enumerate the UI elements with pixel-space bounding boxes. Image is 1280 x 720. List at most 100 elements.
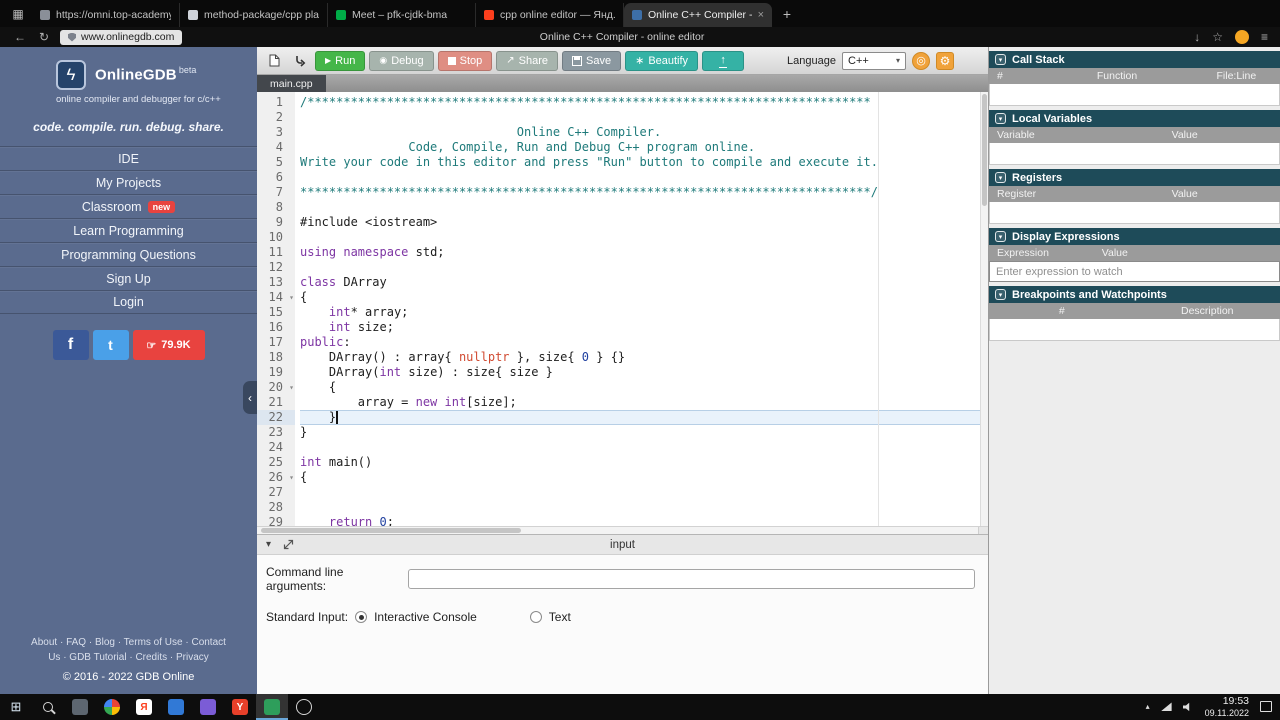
language-select[interactable]: C++ ▾ bbox=[842, 51, 906, 70]
gutter-line[interactable]: 2 bbox=[257, 110, 295, 125]
browser-tab[interactable]: cpp online editor — Янд... bbox=[476, 3, 624, 27]
browser-tab[interactable]: Online C++ Compiler - o... × bbox=[624, 3, 772, 27]
sidebar-item-ide[interactable]: IDE bbox=[0, 146, 257, 170]
taskbar-app-browser[interactable] bbox=[96, 694, 128, 720]
like-count-button[interactable]: ☞ 79.9K bbox=[132, 330, 205, 360]
gutter-line[interactable]: 16 bbox=[257, 320, 295, 335]
vertical-scroll-thumb[interactable] bbox=[982, 94, 987, 206]
new-file-button[interactable] bbox=[263, 51, 285, 71]
debug-section-header[interactable]: ▾ Local Variables bbox=[989, 110, 1280, 127]
tray-chevron-up-icon[interactable]: ▴ bbox=[1146, 702, 1150, 711]
taskbar-app-yandex[interactable]: Я bbox=[128, 694, 160, 720]
gutter-line[interactable]: 19 bbox=[257, 365, 295, 380]
upload-button[interactable]: ↑ bbox=[702, 50, 745, 71]
gutter-line[interactable]: 13 bbox=[257, 275, 295, 290]
coin-button[interactable]: ◎ bbox=[912, 51, 930, 70]
gutter-line[interactable]: 7 bbox=[257, 185, 295, 200]
sidebar-item-my-projects[interactable]: My Projects bbox=[0, 170, 257, 194]
gutter-line[interactable]: 4 bbox=[257, 140, 295, 155]
gutter-line[interactable]: 21 bbox=[257, 395, 295, 410]
sidebar-item-learn-programming[interactable]: Learn Programming bbox=[0, 218, 257, 242]
taskbar-app-5[interactable] bbox=[192, 694, 224, 720]
network-icon[interactable] bbox=[1160, 702, 1172, 712]
gutter-line[interactable]: 8 bbox=[257, 200, 295, 215]
gutter-line[interactable]: 17 bbox=[257, 335, 295, 350]
debug-section-header[interactable]: ▾ Registers bbox=[989, 169, 1280, 186]
debug-section-header[interactable]: ▾ Call Stack bbox=[989, 51, 1280, 68]
gutter-line[interactable]: 23 bbox=[257, 425, 295, 440]
taskbar-app-active[interactable] bbox=[256, 694, 288, 720]
footer-links[interactable]: About · FAQ · Blog · Terms of Use · Cont… bbox=[24, 635, 233, 666]
taskbar-clock[interactable]: 19:53 09.11.2022 bbox=[1205, 695, 1249, 718]
editor-vertical-scrollbar[interactable] bbox=[980, 92, 988, 526]
new-tab-button[interactable]: + bbox=[776, 3, 798, 25]
gutter-line[interactable]: 27 bbox=[257, 485, 295, 500]
taskbar-app-clock[interactable] bbox=[288, 694, 320, 720]
browser-tab[interactable]: https://omni.top-academy bbox=[32, 3, 180, 27]
gutter-line[interactable]: 3 bbox=[257, 125, 295, 140]
back-icon[interactable]: ← bbox=[8, 30, 32, 44]
fork-button[interactable] bbox=[289, 51, 311, 71]
sidebar-item-programming-questions[interactable]: Programming Questions bbox=[0, 242, 257, 266]
save-button[interactable]: Save bbox=[562, 50, 622, 71]
horizontal-scroll-thumb[interactable] bbox=[261, 528, 521, 533]
settings-button[interactable]: ⚙ bbox=[936, 51, 954, 70]
browser-tab[interactable]: method-package/cpp plan bbox=[180, 3, 328, 27]
twitter-button[interactable]: t bbox=[92, 330, 129, 360]
gutter-line[interactable]: 15 bbox=[257, 305, 295, 320]
gutter-line[interactable]: 14 ▾ bbox=[257, 290, 295, 305]
debug-button[interactable]: ◉ Debug bbox=[369, 50, 434, 71]
beautify-button[interactable]: ∗ Beautify bbox=[625, 50, 699, 71]
share-button[interactable]: ↗ Share bbox=[496, 50, 559, 71]
collapse-panel-icon[interactable]: ▾ bbox=[266, 539, 271, 550]
tab-close-icon[interactable]: × bbox=[758, 9, 764, 21]
gutter-line[interactable]: 20 ▾ bbox=[257, 380, 295, 395]
volume-icon[interactable] bbox=[1182, 702, 1190, 712]
profile-avatar[interactable] bbox=[1234, 30, 1249, 44]
taskbar-app-6[interactable]: Y bbox=[224, 694, 256, 720]
gutter-line[interactable]: 22 bbox=[257, 410, 295, 425]
editor-code-area[interactable]: /***************************************… bbox=[295, 92, 980, 526]
editor-horizontal-scrollbar[interactable] bbox=[257, 526, 988, 534]
gutter-line[interactable]: 29 bbox=[257, 515, 295, 526]
taskbar-search-button[interactable] bbox=[32, 694, 64, 720]
fold-icon[interactable]: ▾ bbox=[289, 380, 294, 395]
start-button[interactable]: ⊞ bbox=[0, 694, 32, 720]
gutter-line[interactable]: 24 bbox=[257, 440, 295, 455]
gutter-line[interactable]: 25 bbox=[257, 455, 295, 470]
gutter-line[interactable]: 26 ▾ bbox=[257, 470, 295, 485]
stdin-radio-text[interactable] bbox=[529, 611, 542, 623]
gutter-line[interactable]: 28 bbox=[257, 500, 295, 515]
refresh-icon[interactable]: ↻ bbox=[32, 30, 56, 44]
gutter-line[interactable]: 1 bbox=[257, 95, 295, 110]
sidebar-collapse-handle[interactable]: ‹ bbox=[243, 381, 257, 414]
debug-section-header[interactable]: ▾ Breakpoints and Watchpoints bbox=[989, 286, 1280, 303]
bookmark-star-icon[interactable]: ☆ bbox=[1212, 30, 1223, 44]
file-tab-main-cpp[interactable]: main.cpp bbox=[257, 75, 326, 92]
facebook-button[interactable]: f bbox=[52, 330, 89, 360]
command-line-args-input[interactable] bbox=[408, 569, 975, 589]
browser-tab[interactable]: Meet – pfk-cjdk-bma bbox=[328, 3, 476, 27]
gutter-line[interactable]: 18 bbox=[257, 350, 295, 365]
gutter-line[interactable]: 12 bbox=[257, 260, 295, 275]
gutter-line[interactable]: 5 bbox=[257, 155, 295, 170]
tab-panel-icon[interactable]: ▦ bbox=[8, 4, 28, 24]
gutter-line[interactable]: 10 bbox=[257, 230, 295, 245]
debug-section-header[interactable]: ▾ Display Expressions bbox=[989, 228, 1280, 245]
download-icon[interactable]: ↓ bbox=[1194, 30, 1200, 44]
address-bar[interactable]: www.onlinegdb.com bbox=[60, 29, 183, 45]
gutter-line[interactable]: 11 bbox=[257, 245, 295, 260]
expand-panel-icon[interactable] bbox=[283, 539, 294, 550]
browser-menu-icon[interactable]: ≡ bbox=[1261, 30, 1268, 44]
sidebar-item-login[interactable]: Login bbox=[0, 290, 257, 314]
run-button[interactable]: ▶ Run bbox=[315, 50, 366, 71]
taskbar-app-4[interactable] bbox=[160, 694, 192, 720]
brand[interactable]: ϟ OnlineGDB beta bbox=[0, 47, 257, 92]
sidebar-item-classroom[interactable]: Classroom new bbox=[0, 194, 257, 218]
watch-expression-input[interactable] bbox=[989, 261, 1280, 282]
code-editor[interactable]: 1 2 3 4 5 6 7 8 9 10 11 12 13 14 ▾ 15 16 17 18 19 20 ▾ 21 22 23 2… bbox=[257, 92, 988, 526]
gutter-line[interactable]: 9 bbox=[257, 215, 295, 230]
stdin-radio-interactive-console[interactable] bbox=[355, 611, 368, 623]
sidebar-item-sign-up[interactable]: Sign Up bbox=[0, 266, 257, 290]
fold-icon[interactable]: ▾ bbox=[289, 290, 294, 305]
